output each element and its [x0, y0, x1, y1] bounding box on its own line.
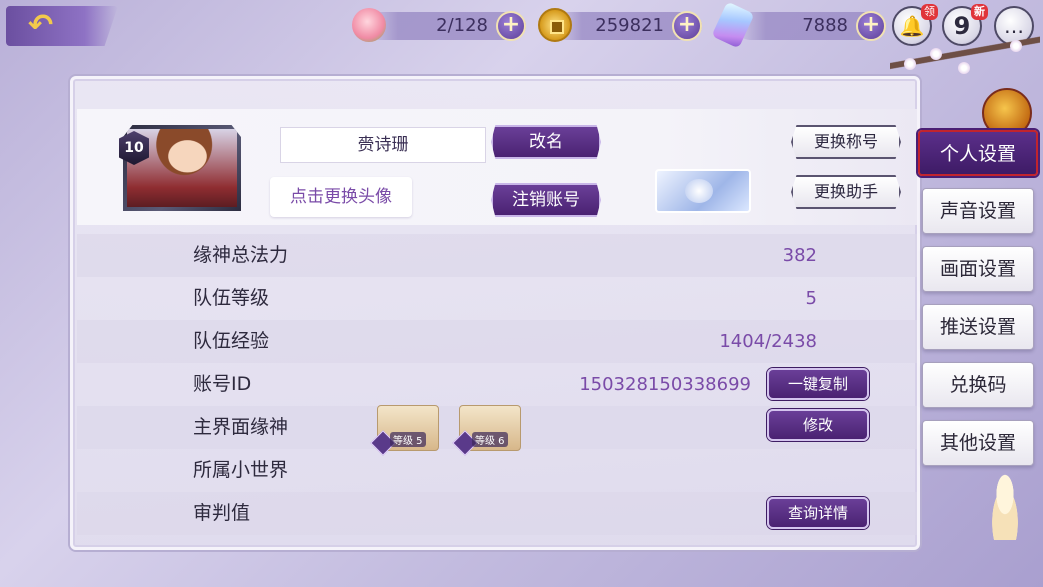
main-character-thumb: 等级 5	[370, 405, 439, 456]
tab-display-settings[interactable]: 画面设置	[922, 246, 1034, 292]
settings-screen: ↶ 2/128 + 259821 + 7888 + 🔔 领 9 新 … 10 赍…	[0, 0, 1043, 587]
player-name: 赍诗珊	[280, 127, 486, 163]
tab-personal-settings[interactable]: 个人设置	[918, 130, 1038, 176]
cancel-account-button[interactable]: 注销账号	[491, 183, 601, 217]
tab-sound-settings[interactable]: 声音设置	[922, 188, 1034, 234]
info-value: 5	[805, 288, 817, 309]
info-value: 382	[782, 245, 817, 266]
info-label: 队伍经验	[193, 330, 270, 352]
blossom-icon	[1010, 40, 1022, 52]
change-helper-button[interactable]: 更换助手	[791, 175, 901, 209]
character-level: 等级 6	[472, 432, 508, 447]
coin-resource-bar: 259821 +	[552, 11, 702, 41]
main-character-thumb: 等级 6	[452, 405, 521, 456]
helper-thumbnail	[655, 169, 751, 213]
info-label: 账号ID	[193, 373, 252, 395]
change-title-button[interactable]: 更换称号	[791, 125, 901, 159]
info-row: 队伍等级 5	[77, 277, 917, 320]
query-details-button[interactable]: 查询详情	[767, 497, 869, 529]
crystal-resource-bar: 7888 +	[736, 11, 886, 41]
crystal-value: 7888	[802, 15, 848, 36]
info-row: 所属小世界	[77, 449, 917, 492]
character-level: 等级 5	[390, 432, 426, 447]
tab-push-settings[interactable]: 推送设置	[922, 304, 1034, 350]
coin-add-button[interactable]: +	[672, 11, 702, 41]
gourd-decoration	[985, 470, 1025, 540]
info-label: 所属小世界	[193, 459, 289, 481]
coin-value: 259821	[595, 15, 664, 36]
info-row: 队伍经验 1404/2438	[77, 320, 917, 363]
blossom-icon	[958, 62, 970, 74]
peach-add-button[interactable]: +	[496, 11, 526, 41]
crystal-add-button[interactable]: +	[856, 11, 886, 41]
info-label: 队伍等级	[193, 287, 270, 309]
coin-icon	[538, 8, 572, 42]
info-value: 1404/2438	[719, 331, 817, 352]
peach-value: 2/128	[436, 15, 488, 36]
rename-button[interactable]: 改名	[491, 125, 601, 159]
back-button[interactable]: ↶	[6, 6, 118, 46]
info-row: 缘神总法力 382	[77, 234, 917, 277]
blossom-icon	[930, 48, 942, 60]
new-badge: 新	[971, 4, 988, 20]
peach-resource-bar: 2/128 +	[366, 11, 526, 41]
tab-redeem-code[interactable]: 兑换码	[922, 362, 1034, 408]
info-label: 主界面缘神	[193, 416, 289, 438]
crystal-icon	[711, 1, 755, 49]
blossom-icon	[904, 58, 916, 70]
copy-id-button[interactable]: 一键复制	[767, 368, 869, 400]
back-arrow-icon: ↶	[28, 8, 54, 43]
change-avatar-button[interactable]: 点击更换头像	[270, 177, 412, 217]
peach-icon	[352, 8, 386, 42]
info-label: 审判值	[193, 502, 251, 524]
claim-badge: 领	[921, 4, 938, 20]
account-id-value: 150328150338699	[579, 374, 751, 395]
modify-character-button[interactable]: 修改	[767, 409, 869, 441]
info-label: 缘神总法力	[193, 244, 289, 266]
tab-other-settings[interactable]: 其他设置	[922, 420, 1034, 466]
settings-panel: 10 赍诗珊 改名 点击更换头像 注销账号 更换称号 更换助手 缘神总法力 38…	[70, 76, 920, 550]
